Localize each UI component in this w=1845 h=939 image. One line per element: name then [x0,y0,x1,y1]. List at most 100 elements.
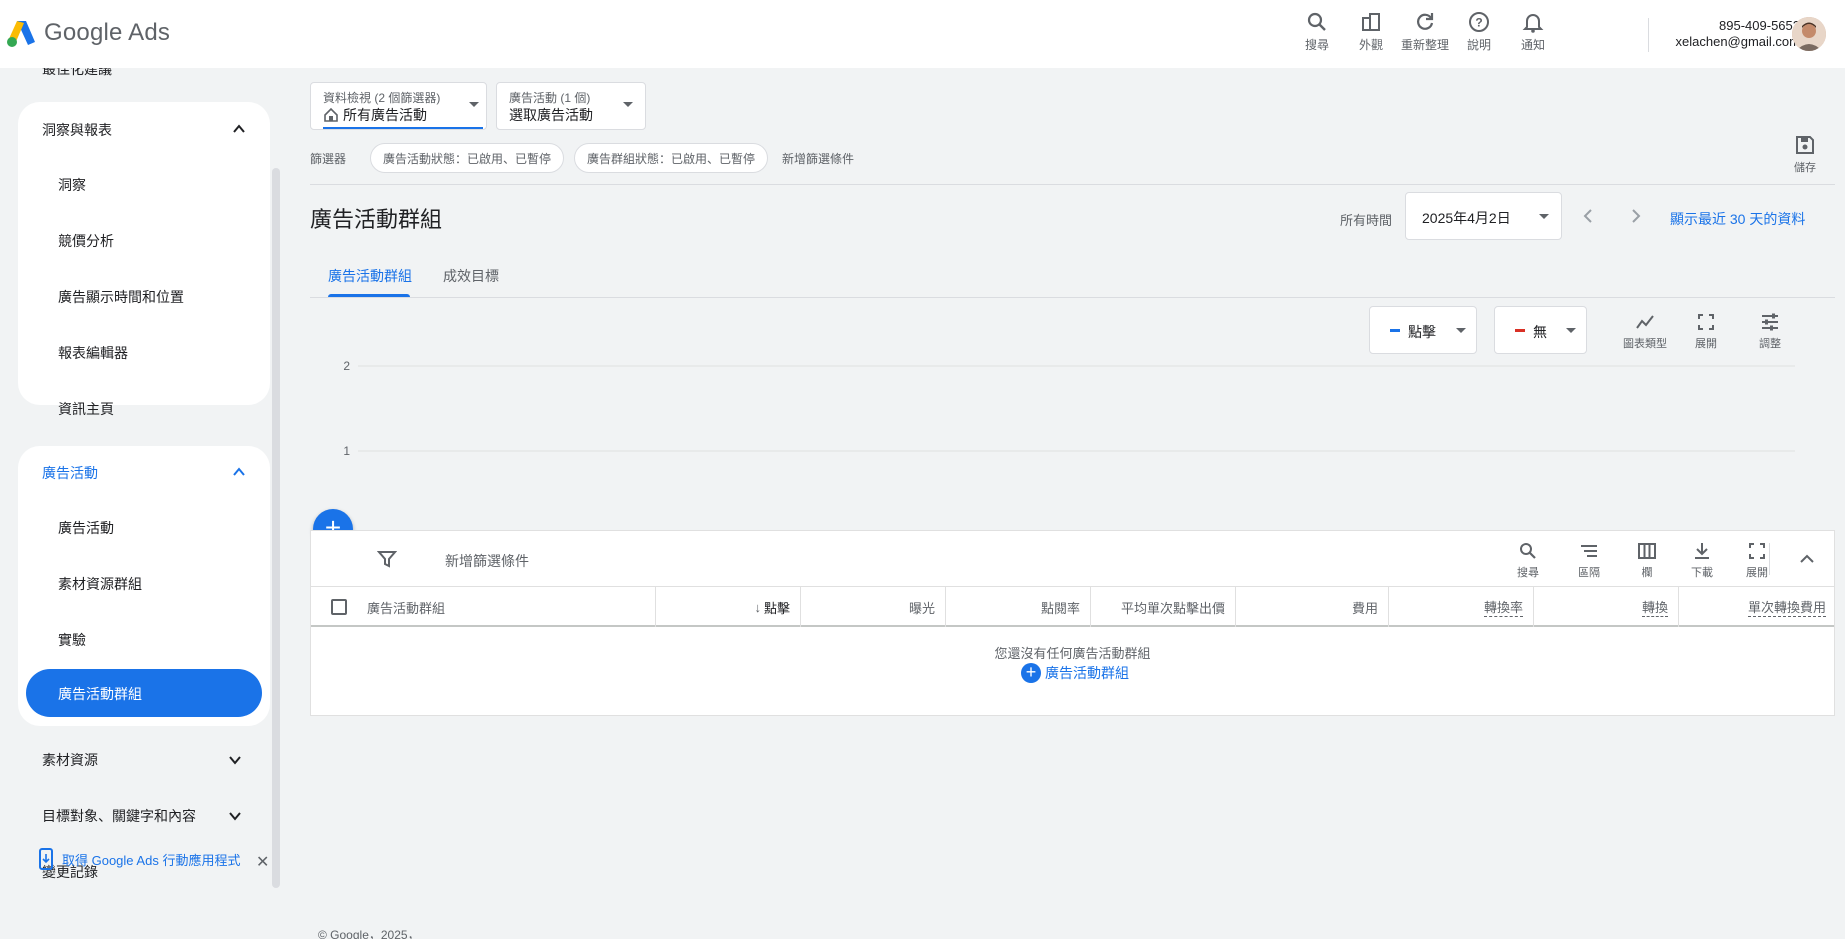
metric2-swatch [1515,329,1525,332]
sidebar-item-campaign-groups[interactable]: 廣告活動群組 [26,669,262,717]
table-add-filter[interactable]: 新增篩選條件 [445,551,529,571]
table-columns-button[interactable]: 欄 [1623,541,1671,580]
table-download-button[interactable]: 下載 [1678,541,1726,580]
column-header-label: 點擊 [763,600,790,616]
column-header-label: 費用 [1351,600,1378,616]
add-filter-link[interactable]: 新增篩選條件 [782,150,854,167]
sidebar-item-insights[interactable]: 洞察 [58,175,86,195]
refresh-icon [1417,13,1434,30]
add-circle-icon: + [1021,663,1041,683]
add-campaign-group-button[interactable]: + 廣告活動群組 [1021,663,1129,683]
tab-performance-goals[interactable]: 成效目標 [443,266,499,286]
app-title: Google Ads [44,19,171,46]
column-header-clicks[interactable]: ↓ 點擊 [656,587,801,627]
download-icon [1695,543,1709,559]
view-selector-caption: 資料檢視 (2 個篩選器) [323,91,441,105]
chevron-left-icon[interactable] [1580,208,1596,224]
sidebar-item-when-where[interactable]: 廣告顯示時間和位置 [58,287,184,307]
view-selector[interactable]: 資料檢視 (2 個篩選器) 所有廣告活動 [310,82,487,130]
expand-icon [1698,314,1714,330]
sidebar-item-recommendations[interactable]: 最佳化建議 [42,68,112,79]
column-header-avg-cpc[interactable]: 平均單次點擊出價 [1091,587,1236,627]
account-info[interactable]: 895-409-5652 xelachen@gmail.com [1660,18,1800,50]
view-selector-underline [323,127,483,129]
sidebar-section-campaigns-title[interactable]: 廣告活動 [42,463,98,483]
mobile-app-promo-label: 取得 Google Ads 行動應用程式 [62,852,241,868]
active-tab-indicator [328,294,410,297]
top-refresh-label: 重新整理 [1400,38,1449,52]
sidebar-item-experiments[interactable]: 實驗 [58,630,86,650]
column-header-cost-per-conv[interactable]: 單次轉換費用 [1679,587,1836,627]
chevron-up-icon[interactable] [1797,549,1817,569]
metric2-selector[interactable]: 無 [1494,306,1587,354]
mobile-app-promo[interactable]: 取得 Google Ads 行動應用程式 [38,848,240,870]
chart-controls: 點擊 無 圖表類型 展開 調整 [310,306,1835,358]
sidebar-item-campaigns[interactable]: 廣告活動 [58,518,114,538]
chart-type-button[interactable]: 圖表類型 [1617,312,1673,351]
top-refresh-button[interactable]: 重新整理 [1398,10,1452,53]
column-header-impressions[interactable]: 曝光 [801,587,946,627]
column-header-cost[interactable]: 費用 [1236,587,1389,627]
google-ads-logo[interactable]: Google Ads [6,18,170,48]
chart-adjust-button[interactable]: 調整 [1742,312,1798,351]
bell-icon [1522,14,1544,33]
sidebar-item-auction-insights[interactable]: 競價分析 [58,231,114,251]
metric1-selector[interactable]: 點擊 [1369,306,1477,354]
table-expand-button[interactable]: 展開 [1733,541,1781,580]
toolbar-separator [1769,543,1770,575]
column-header-label: 平均單次點擊出價 [1120,600,1225,616]
column-header-conversions[interactable]: 轉換 [1534,587,1679,627]
sidebar-item-report-editor[interactable]: 報表編輯器 [58,343,128,363]
table-columns-label: 欄 [1641,567,1653,579]
sidebar-section-insights-title[interactable]: 洞察與報表 [42,120,112,140]
sidebar-item-asset-groups[interactable]: 素材資源群組 [58,574,142,594]
close-icon[interactable]: ✕ [256,852,269,872]
campaign-selector-caption: 廣告活動 (1 個) [509,91,591,105]
campaign-selector[interactable]: 廣告活動 (1 個) 選取廣告活動 [496,82,646,130]
account-id: 895-409-5652 [1719,18,1800,33]
filter-chip-campaign-status[interactable]: 廣告活動狀態：已啟用、已暫停 [370,143,565,173]
chevron-down-icon[interactable] [228,753,242,767]
column-header-label: 點閱率 [1040,600,1080,616]
tab-campaign-groups[interactable]: 廣告活動群組 [328,266,412,286]
caret-down-icon [1539,214,1549,219]
save-button[interactable]: 儲存 [1775,134,1835,175]
top-help-button[interactable]: ? 說明 [1452,10,1506,53]
chart-adjust-label: 調整 [1759,338,1781,350]
filter-chip-adgroup-status[interactable]: 廣告群組狀態：已啟用、已暫停 [574,143,769,173]
column-header-label: 轉換率 [1483,597,1523,617]
table-segment-button[interactable]: 區隔 [1565,541,1613,580]
sidebar: 最佳化建議 洞察與報表 洞察 競價分析 廣告顯示時間和位置 報表編輯器 資訊主頁… [0,68,285,939]
chart-y-tick-label: 1 [343,444,350,458]
empty-state-message: 您還沒有任何廣告活動群組 [994,646,1151,661]
chevron-right-icon[interactable] [1628,208,1644,224]
top-notifications-button[interactable]: 通知 [1506,10,1560,53]
date-range-value: 2025年4月2日 [1422,210,1511,226]
table-expand-label: 展開 [1746,567,1768,579]
avatar[interactable] [1792,17,1826,51]
caret-down-icon [1456,328,1466,333]
column-header-campaign-group[interactable]: 廣告活動群組 [311,587,656,627]
chart-expand-button[interactable]: 展開 [1678,312,1734,351]
chart-y-tick-label: 2 [343,359,350,373]
sidebar-item-dashboards[interactable]: 資訊主頁 [58,399,114,419]
column-header-ctr[interactable]: 點閱率 [946,587,1091,627]
chevron-up-icon[interactable] [232,465,246,479]
show-last-30-days-link[interactable]: 顯示最近 30 天的資料 [1670,209,1805,229]
table-search-button[interactable]: 搜尋 [1504,541,1552,580]
chevron-down-icon[interactable] [228,809,242,823]
date-range-picker[interactable]: 2025年4月2日 [1405,192,1562,240]
sidebar-item-audiences-keywords[interactable]: 目標對象、關鍵字和內容 [42,806,196,826]
footer-copyright: © Google，2025， [318,928,420,939]
sidebar-item-assets[interactable]: 素材資源 [42,750,98,770]
top-search-button[interactable]: 搜尋 [1290,10,1344,53]
column-header-conv-rate[interactable]: 轉換率 [1389,587,1534,627]
account-email: xelachen@gmail.com [1675,34,1800,49]
google-ads-logo-icon [7,21,35,47]
column-header-label: 廣告活動群組 [367,600,446,616]
chevron-up-icon[interactable] [232,122,246,136]
filter-icon[interactable] [377,549,397,569]
sidebar-scrollbar[interactable] [272,168,280,888]
top-appearance-button[interactable]: 外觀 [1344,10,1398,53]
metric2-label: 無 [1533,324,1547,340]
